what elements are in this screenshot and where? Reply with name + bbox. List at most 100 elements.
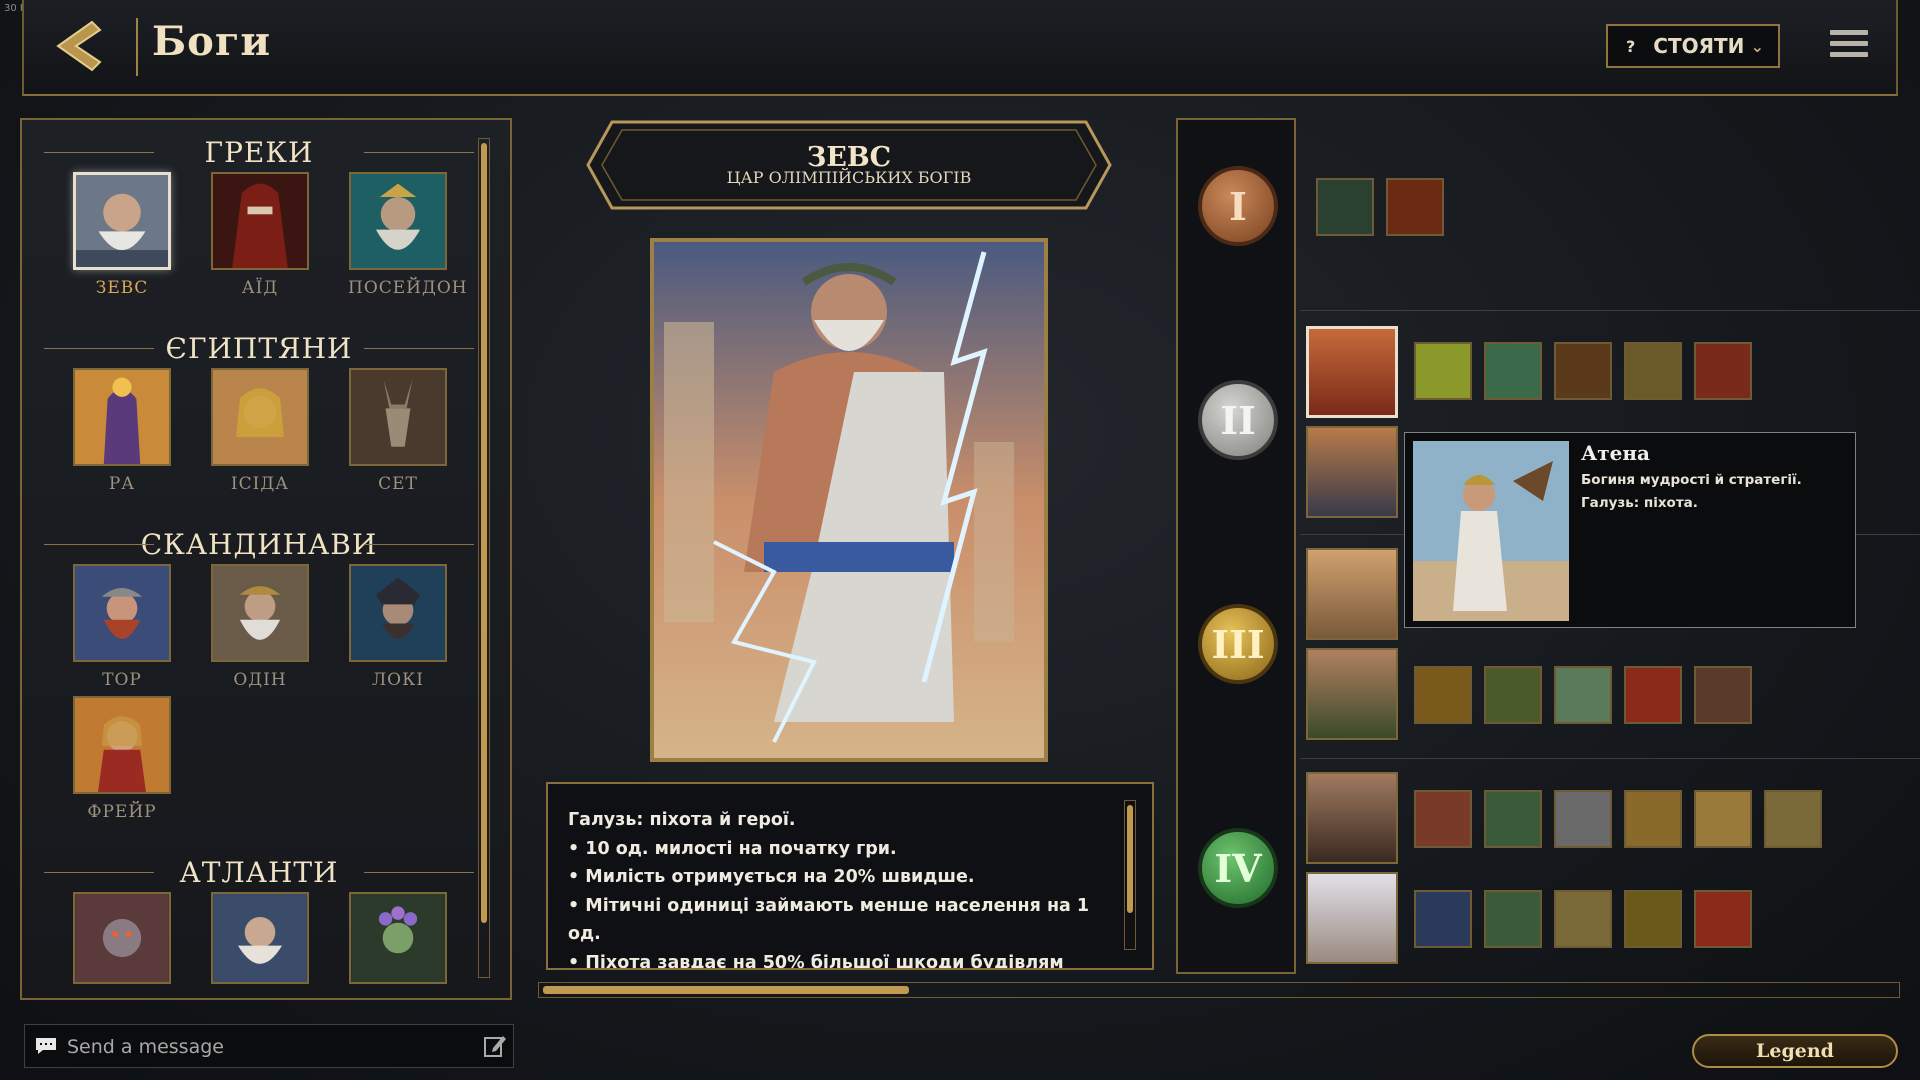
weapon-tech-icon[interactable]	[1694, 342, 1752, 400]
stance-dropdown[interactable]: ? СТОЯТИ ⌄	[1606, 24, 1780, 68]
hades-portrait	[211, 172, 309, 270]
back-arrow-icon[interactable]	[48, 16, 108, 76]
age-badge-classical[interactable]: II	[1198, 380, 1278, 460]
tooltip-line: Галузь: піхота.	[1581, 495, 1698, 511]
minor-god-hera[interactable]	[1306, 872, 1398, 964]
chat-input[interactable]	[65, 1025, 469, 1069]
scroll-thumb[interactable]	[543, 986, 909, 994]
selected-god-subtitle: ЦАР ОЛІМПІЙСЬКИХ БОГІВ	[726, 168, 972, 187]
ra-portrait	[73, 368, 171, 466]
minor-god-tooltip: Атена Богиня мудрості й стратегії. Галуз…	[1404, 432, 1856, 628]
centaur-tech-icon[interactable]	[1694, 666, 1752, 724]
myth-unit-tech-icon[interactable]	[1484, 342, 1542, 400]
god-odin[interactable]: ОДІН	[210, 564, 310, 690]
edit-icon[interactable]	[483, 1034, 507, 1058]
poseidon-portrait	[349, 172, 447, 270]
medusa-shield-tech-icon[interactable]	[1624, 342, 1682, 400]
god-name: СЕТ	[378, 474, 418, 494]
culture-title: СКАНДИНАВИ	[44, 528, 474, 561]
torch-tech-icon[interactable]	[1386, 178, 1444, 236]
description-line: Галузь: піхота й герої.	[568, 810, 796, 830]
description-line: • Мітичні одиниці займають менше населен…	[568, 895, 1090, 945]
athena-tooltip-art	[1413, 441, 1569, 621]
meat-tech-icon[interactable]	[1414, 790, 1472, 848]
zeus-portrait	[73, 172, 171, 270]
zeus-artwork	[650, 238, 1048, 762]
gauntlet-tech-icon[interactable]	[1554, 790, 1612, 848]
blade-tech-icon[interactable]	[1624, 666, 1682, 724]
culture-greeks: ГРЕКИ	[44, 136, 474, 169]
god-name: АЇД	[241, 278, 279, 298]
god-name: ТОР	[102, 670, 142, 690]
help-icon[interactable]: ?	[1626, 37, 1635, 56]
warrior-tech-icon[interactable]	[1484, 790, 1542, 848]
hamburger-menu-icon[interactable]	[1830, 30, 1868, 62]
god-loki[interactable]: ЛОКІ	[348, 564, 448, 690]
god-name: ІСІДА	[230, 474, 290, 494]
god-zeus[interactable]: ЗЕВС	[72, 172, 172, 298]
tooltip-description: Богиня мудрості й стратегії. Галузь: піх…	[1581, 469, 1802, 515]
god-name: ЗЕВС	[95, 278, 149, 298]
god-freyr[interactable]: ФРЕЙР	[72, 696, 172, 822]
row-divider	[1300, 310, 1920, 311]
culture-atlanteans: АТЛАНТИ	[44, 856, 474, 889]
archer-tech-icon[interactable]	[1484, 666, 1542, 724]
god-name: РА	[108, 474, 136, 494]
god-name: ФРЕЙР	[87, 802, 157, 822]
culture-norse: СКАНДИНАВИ	[44, 528, 474, 561]
row-divider	[1300, 758, 1920, 759]
medusa-tech-icon[interactable]	[1484, 890, 1542, 948]
god-isis[interactable]: ІСІДА	[210, 368, 310, 494]
god-description: Галузь: піхота й герої. • 10 од. милості…	[568, 806, 1108, 970]
god-atlantean-2[interactable]	[210, 892, 310, 988]
building-tech-icon[interactable]	[1554, 666, 1612, 724]
age-badge-mythic[interactable]: IV	[1198, 828, 1278, 908]
fist-tech-icon[interactable]	[1624, 790, 1682, 848]
god-atlantean-3[interactable]	[348, 892, 448, 988]
hero-tech-icon[interactable]	[1414, 342, 1472, 400]
god-ra[interactable]: РА	[72, 368, 172, 494]
legend-button[interactable]: Legend	[1692, 1034, 1898, 1068]
minor-god-hermes[interactable]	[1306, 426, 1398, 518]
tooltip-line: Богиня мудрості й стратегії.	[1581, 472, 1802, 488]
god-set[interactable]: СЕТ	[348, 368, 448, 494]
chat-bubble-icon	[36, 1038, 56, 1054]
description-scrollbar[interactable]	[1124, 800, 1136, 950]
ages-column: I II III IV	[1176, 118, 1296, 974]
page-title: Боги	[152, 18, 272, 65]
hammer-tech-icon[interactable]	[1694, 790, 1752, 848]
god-list-scrollbar[interactable]	[478, 138, 490, 978]
age-badge-archaic[interactable]: I	[1198, 166, 1278, 246]
god-poseidon[interactable]: ПОСЕЙДОН	[348, 172, 468, 298]
age-badge-heroic[interactable]: III	[1198, 604, 1278, 684]
scroll-thumb[interactable]	[1127, 805, 1133, 913]
minor-god-ares[interactable]	[1306, 772, 1398, 864]
god-thor[interactable]: ТОР	[72, 564, 172, 690]
ballista-tech-icon[interactable]	[1764, 790, 1822, 848]
stance-label: СТОЯТИ	[1653, 34, 1745, 58]
minotaur-tech-icon[interactable]	[1554, 342, 1612, 400]
titan-tech-icon[interactable]	[1694, 890, 1752, 948]
lightning-bolt-tech-icon[interactable]	[1414, 890, 1472, 948]
minor-god-athena[interactable]	[1306, 326, 1398, 418]
atlantean-god-portrait	[211, 892, 309, 984]
lightning-tech-icon[interactable]	[1316, 178, 1374, 236]
god-name: ОДІН	[233, 670, 287, 690]
god-hades[interactable]: АЇД	[210, 172, 310, 298]
god-name: ПОСЕЙДОН	[348, 278, 468, 298]
minor-god-dionysus[interactable]	[1306, 648, 1398, 740]
scroll-thumb[interactable]	[481, 143, 487, 923]
armor-tech-icon[interactable]	[1414, 666, 1472, 724]
god-atlantean-1[interactable]	[72, 892, 172, 988]
culture-title: ГРЕКИ	[44, 136, 474, 169]
fortress-tech-icon[interactable]	[1554, 890, 1612, 948]
loki-portrait	[349, 564, 447, 662]
description-line: • Піхота завдає на 50% більшої шкоди буд…	[568, 952, 1064, 970]
tooltip-title: Атена	[1581, 441, 1651, 465]
isis-portrait	[211, 368, 309, 466]
minor-god-apollo[interactable]	[1306, 548, 1398, 640]
culture-title: АТЛАНТИ	[44, 856, 474, 889]
horizontal-scrollbar[interactable]	[538, 982, 1900, 998]
atlantean-god-portrait	[349, 892, 447, 984]
gorgon-tech-icon[interactable]	[1624, 890, 1682, 948]
